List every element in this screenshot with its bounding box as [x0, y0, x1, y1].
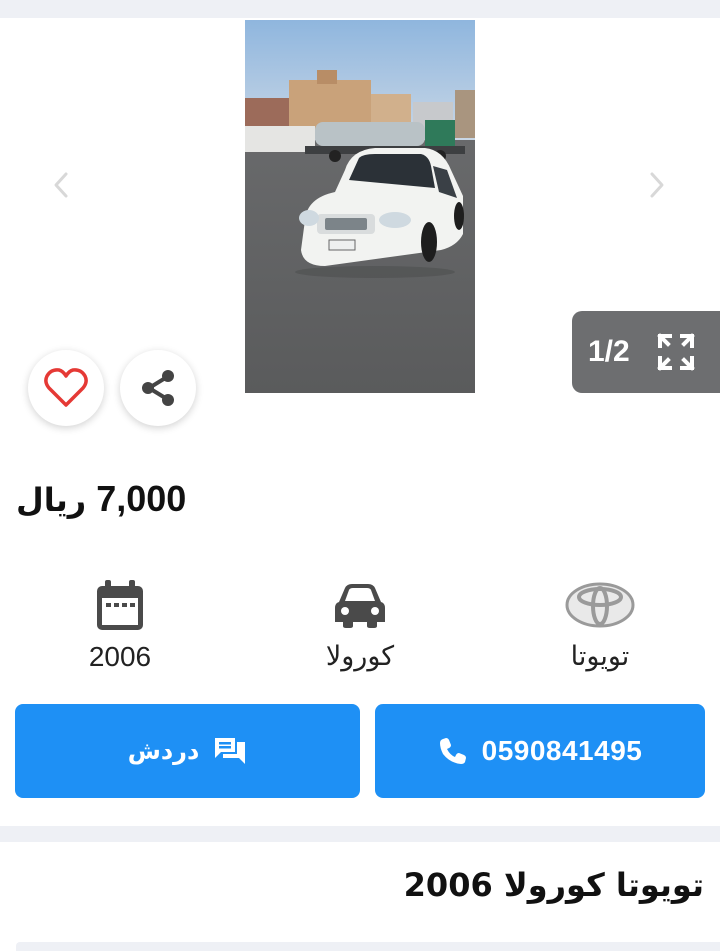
favorite-button[interactable]: [28, 350, 104, 426]
spec-model: كورولا: [280, 575, 440, 672]
listing-page: 1/2 ريال 7,000 2006 كورولا تويوتا دردش 0…: [0, 0, 720, 951]
spec-year-label: 2006: [88, 641, 152, 672]
spec-year: 2006: [40, 575, 200, 673]
phone-number: 0590841495: [481, 735, 643, 766]
top-separator: [0, 0, 720, 18]
spec-make-label: تويوتا: [570, 641, 630, 672]
toyota-logo-icon: [565, 582, 635, 628]
spec-make: تويوتا: [520, 575, 680, 672]
bottom-separator: [16, 942, 720, 951]
image-counter[interactable]: 1/2: [572, 311, 720, 393]
calendar-icon: [97, 580, 143, 630]
chat-button-label: دردش: [127, 737, 200, 765]
share-button[interactable]: [120, 350, 196, 426]
phone-icon: [439, 738, 466, 764]
listing-title: تويوتا كورولا 2006: [403, 866, 704, 904]
listing-price: ريال 7,000: [16, 478, 186, 520]
image-gallery: 1/2: [0, 18, 720, 438]
section-separator: [0, 826, 720, 842]
price-currency: ريال: [16, 481, 87, 519]
price-value: 7,000: [96, 478, 187, 519]
car-photo[interactable]: [245, 20, 475, 393]
share-icon: [142, 370, 174, 406]
car-icon: [335, 584, 385, 628]
chat-icon: [215, 738, 246, 764]
heart-icon: [44, 368, 88, 407]
expand-icon[interactable]: [656, 332, 696, 372]
next-image-button[interactable]: [640, 168, 674, 202]
image-counter-text: 1/2: [588, 335, 630, 368]
chevron-left-icon: [53, 171, 69, 199]
call-button[interactable]: 0590841495: [375, 704, 705, 798]
chat-button[interactable]: دردش: [15, 704, 360, 798]
previous-image-button[interactable]: [44, 168, 78, 202]
spec-model-label: كورولا: [325, 641, 395, 672]
chevron-right-icon: [649, 171, 665, 199]
